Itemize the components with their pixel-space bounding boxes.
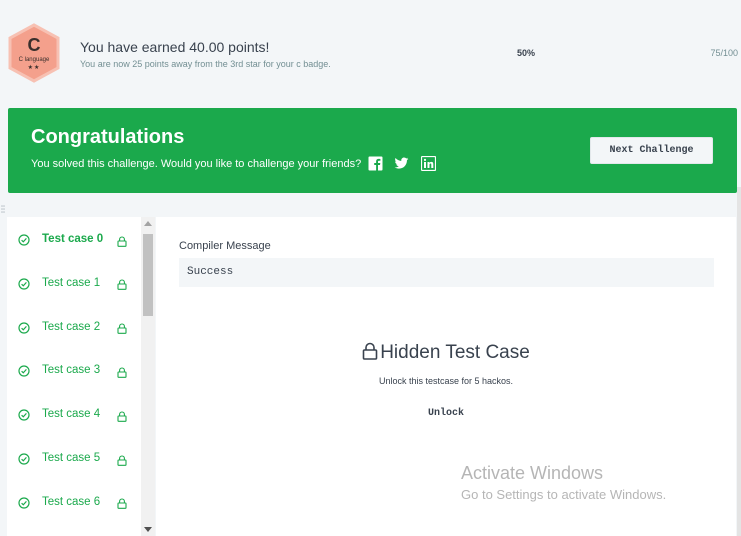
test-case-label: Test case 4	[42, 408, 101, 421]
test-case-label: Test case 5	[42, 452, 101, 464]
test-case-label: Test case 6	[42, 495, 101, 508]
page-scrollbar[interactable]	[737, 187, 741, 536]
test-case-item[interactable]: Test case 6	[7, 480, 140, 524]
lock-icon	[117, 409, 127, 422]
test-case-item[interactable]: Test case 2	[7, 305, 140, 349]
lock-icon	[117, 496, 127, 510]
earned-points-subtitle: You are now 25 points away from the 3rd …	[80, 59, 331, 69]
twitter-icon[interactable]	[394, 156, 409, 171]
test-case-list: Test case 0 Test case 1 Test case 2 Test ca…	[7, 217, 155, 536]
check-circle-icon	[18, 233, 30, 246]
compiler-message-label: Compiler Message	[179, 240, 271, 252]
test-case-item[interactable]: Test case 0	[7, 217, 140, 261]
badge-stars: ★★	[27, 65, 41, 71]
scroll-thumb[interactable]	[143, 234, 153, 316]
badge-language: C language	[18, 57, 50, 63]
badge-banner: C C language ★★ You have earned 40.00 po…	[0, 0, 741, 100]
check-circle-icon	[18, 277, 30, 290]
panel-resize-handle[interactable]	[0, 203, 6, 223]
congratulations-banner: Congratulations You solved this challeng…	[8, 108, 737, 193]
test-case-item[interactable]: Test case 3	[7, 348, 140, 392]
progress-percent: 50%	[517, 48, 536, 58]
test-case-item[interactable]: Test case 4	[7, 392, 140, 436]
test-case-item[interactable]: Test case 5	[7, 436, 140, 480]
check-circle-icon	[18, 496, 30, 509]
test-case-scrollbar[interactable]	[141, 217, 155, 536]
activate-windows-title: Activate Windows	[461, 463, 604, 483]
lock-icon	[362, 342, 378, 360]
lock-icon	[117, 321, 127, 334]
compiler-message-output: Success	[179, 258, 714, 287]
badge-letter: C	[27, 35, 41, 55]
test-case-item[interactable]: Test case 1	[7, 261, 140, 305]
scroll-down-arrow-icon[interactable]	[144, 527, 152, 532]
hidden-test-case-heading: Hidden Test Case	[156, 342, 736, 364]
unlock-cost-text: Unlock this testcase for 5 hackos.	[378, 376, 514, 386]
lock-icon	[117, 234, 127, 247]
challenge-friends-text: You solved this challenge. Would you lik…	[31, 158, 362, 170]
lock-icon	[117, 453, 127, 466]
test-case-label: Test case 1	[42, 276, 101, 289]
unlock-button[interactable]: Unlock	[414, 404, 478, 422]
check-circle-icon	[18, 364, 30, 377]
next-challenge-button[interactable]: Next Challenge	[590, 137, 713, 164]
check-circle-icon	[18, 452, 30, 465]
hidden-test-case-title: Hidden Test Case	[380, 342, 530, 363]
lock-icon	[117, 277, 127, 291]
activate-windows-subtitle: Go to Settings to activate Windows.	[461, 487, 667, 502]
test-case-label: Test case 3	[42, 364, 101, 377]
check-circle-icon	[18, 321, 30, 334]
congratulations-title: Congratulations	[31, 126, 185, 148]
facebook-icon[interactable]	[368, 156, 383, 171]
earned-points-title: You have earned 40.00 points!	[80, 39, 270, 55]
progress-count: 75/100	[710, 48, 738, 58]
test-case-label: Test case 0	[42, 233, 104, 245]
check-circle-icon	[18, 408, 30, 421]
lock-icon	[117, 365, 127, 378]
test-case-label: Test case 2	[42, 320, 101, 333]
badge-hexagon-icon: C C language ★★	[7, 23, 61, 83]
scroll-up-arrow-icon[interactable]	[144, 221, 152, 226]
linkedin-icon[interactable]	[420, 155, 437, 172]
